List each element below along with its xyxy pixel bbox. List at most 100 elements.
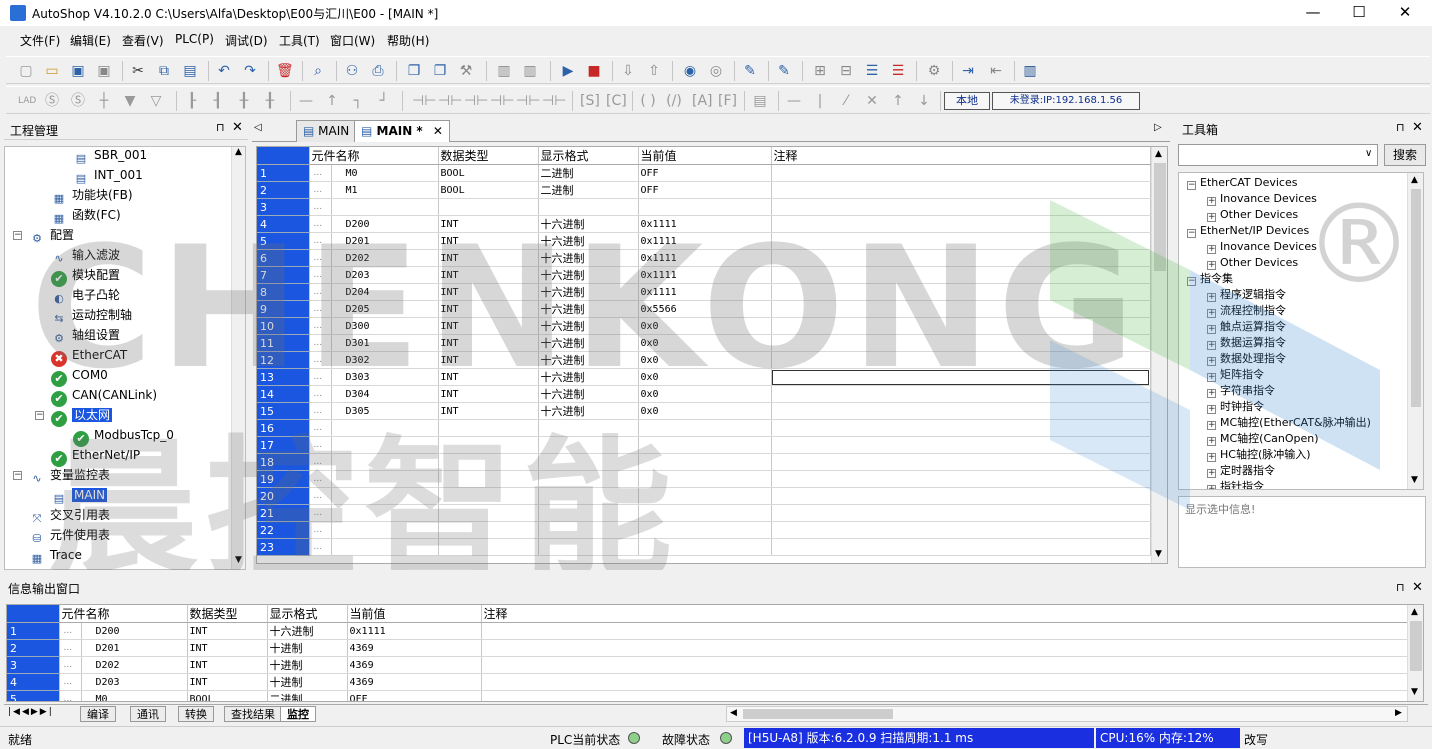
menu-tools[interactable]: 工具(T): [279, 32, 320, 49]
search-icon[interactable]: ⌕: [310, 63, 326, 79]
tree-item[interactable]: ⤧ 交叉引用表: [29, 505, 110, 525]
row-dots[interactable]: ...: [59, 690, 82, 701]
delete-row-icon[interactable]: ☰: [890, 63, 906, 79]
upload-icon[interactable]: ▥: [496, 63, 512, 79]
redo-icon[interactable]: ↷: [242, 63, 258, 79]
row-dots[interactable]: ...: [309, 402, 332, 420]
parallel-nc-contact-icon[interactable]: ⊣⊢: [542, 93, 566, 109]
stop-monitor-icon[interactable]: ◎: [708, 63, 724, 79]
toolbox-item[interactable]: + Inovance Devices: [1207, 239, 1317, 255]
scroll-right-icon[interactable]: ▶: [1395, 708, 1402, 718]
cell-comment[interactable]: [771, 266, 1151, 284]
cell-value[interactable]: 0x5566: [638, 300, 772, 318]
cell-comment[interactable]: [771, 470, 1151, 488]
tree-item[interactable]: ∿ 输入滤波: [51, 245, 120, 265]
cell-type[interactable]: INT: [438, 232, 539, 250]
window-icon[interactable]: ❐: [406, 63, 422, 79]
tree-item[interactable]: − ⚙ 配置: [13, 225, 74, 245]
toolbox-item[interactable]: + 数据运算指令: [1207, 335, 1286, 351]
tab-main-modified[interactable]: ▤ MAIN * ✕: [354, 120, 450, 142]
toolbox-item[interactable]: − 指令集: [1187, 271, 1233, 287]
tab-scroll-left-icon[interactable]: ◁: [254, 122, 262, 133]
cell-type[interactable]: INT: [187, 622, 268, 640]
zoom-in-icon[interactable]: ⊞: [812, 63, 828, 79]
cell-name[interactable]: D200: [81, 622, 188, 640]
cell-format[interactable]: 十六进制: [538, 283, 639, 301]
collapse-icon[interactable]: −: [1187, 229, 1196, 238]
tree-scrollbar[interactable]: ▲ ▼: [231, 147, 245, 569]
cell-value[interactable]: [638, 419, 772, 437]
cell-value[interactable]: 0x1111: [638, 232, 772, 250]
cell-type[interactable]: INT: [438, 368, 539, 386]
cell-value[interactable]: 0x1111: [638, 266, 772, 284]
tree-item[interactable]: ▤ INT_001: [73, 165, 143, 185]
expand-icon[interactable]: +: [1207, 261, 1216, 270]
cell-value[interactable]: 4369: [347, 639, 482, 657]
scroll-thumb[interactable]: [1154, 163, 1166, 271]
expand-icon[interactable]: +: [1207, 357, 1216, 366]
scroll-up-icon[interactable]: ▲: [1411, 175, 1418, 185]
expand-icon[interactable]: +: [1207, 373, 1216, 382]
cell-format[interactable]: 十六进制: [538, 402, 639, 420]
cell-name[interactable]: [331, 487, 439, 505]
undo-icon[interactable]: ↶: [216, 63, 232, 79]
cell-comment[interactable]: [771, 538, 1151, 556]
sfc-icon[interactable]: Ⓢ: [44, 93, 60, 109]
corner-up-icon[interactable]: ┘: [376, 93, 392, 109]
table-row[interactable]: 21...: [257, 504, 1151, 522]
toolbox-item[interactable]: + 数据处理指令: [1207, 351, 1286, 367]
expand-icon[interactable]: +: [1207, 453, 1216, 462]
row-dots[interactable]: ...: [309, 198, 332, 216]
edit-mode-icon[interactable]: ✎: [742, 63, 758, 79]
cell-value[interactable]: [638, 521, 772, 539]
tab-scroll-right-icon[interactable]: ▷: [1154, 122, 1162, 133]
collapse-icon[interactable]: −: [35, 411, 44, 420]
parallel-contact-icon[interactable]: ⊣⊢: [516, 93, 540, 109]
cell-value[interactable]: [638, 538, 772, 556]
cell-comment[interactable]: [481, 622, 1408, 640]
cell-name[interactable]: [331, 521, 439, 539]
cell-format[interactable]: 十六进制: [538, 249, 639, 267]
table-row[interactable]: 20...: [257, 487, 1151, 505]
cell-name[interactable]: [331, 198, 439, 216]
find-replace-icon[interactable]: ⚇: [344, 63, 360, 79]
cell-value[interactable]: [638, 436, 772, 454]
row-dots[interactable]: ...: [309, 436, 332, 454]
tab-comm[interactable]: 通讯: [130, 706, 166, 722]
table-row[interactable]: 14... D304 INT 十六进制 0x0: [257, 385, 1151, 403]
cell-value[interactable]: 4369: [347, 673, 482, 691]
cell-comment[interactable]: [481, 639, 1408, 657]
cell-value[interactable]: 0x0: [638, 334, 772, 352]
table-row[interactable]: 5... D201 INT 十六进制 0x1111: [257, 232, 1151, 250]
lad-icon[interactable]: LAD: [18, 93, 36, 109]
cell-format[interactable]: 十六进制: [267, 622, 348, 640]
expand-icon[interactable]: +: [1207, 245, 1216, 254]
tab-monitor[interactable]: 监控: [280, 706, 316, 722]
cell-type[interactable]: INT: [438, 300, 539, 318]
cell-type[interactable]: INT: [187, 673, 268, 691]
cell-name[interactable]: [331, 419, 439, 437]
cell-format[interactable]: 十六进制: [538, 232, 639, 250]
cell-format[interactable]: 十进制: [267, 639, 348, 657]
toolbox-item[interactable]: + 触点运算指令: [1207, 319, 1286, 335]
cell-name[interactable]: D303: [331, 368, 439, 386]
branch-down-icon[interactable]: ╂: [236, 93, 252, 109]
scroll-up-icon[interactable]: ▲: [235, 147, 242, 157]
cell-format[interactable]: 二进制: [267, 690, 348, 701]
tree-item[interactable]: ⚙ 轴组设置: [51, 325, 120, 345]
cell-type[interactable]: INT: [187, 639, 268, 657]
table-row[interactable]: 11... D301 INT 十六进制 0x0: [257, 334, 1151, 352]
output-nc-coil-icon[interactable]: (/): [666, 93, 682, 109]
table-row[interactable]: 16...: [257, 419, 1151, 437]
menu-debug[interactable]: 调试(D): [225, 32, 268, 49]
cell-value[interactable]: 0x0: [638, 368, 772, 386]
table-row[interactable]: 8... D204 INT 十六进制 0x1111: [257, 283, 1151, 301]
table-row[interactable]: 18...: [257, 453, 1151, 471]
download-to-plc-icon[interactable]: ⇩: [620, 63, 636, 79]
row-dots[interactable]: ...: [309, 266, 332, 284]
cell-type[interactable]: [438, 470, 539, 488]
cell-type[interactable]: INT: [438, 283, 539, 301]
expand-icon[interactable]: +: [1207, 389, 1216, 398]
arrow-down-icon[interactable]: ▼: [122, 93, 138, 109]
toolbox-item[interactable]: + MC轴控(CanOpen): [1207, 431, 1319, 447]
